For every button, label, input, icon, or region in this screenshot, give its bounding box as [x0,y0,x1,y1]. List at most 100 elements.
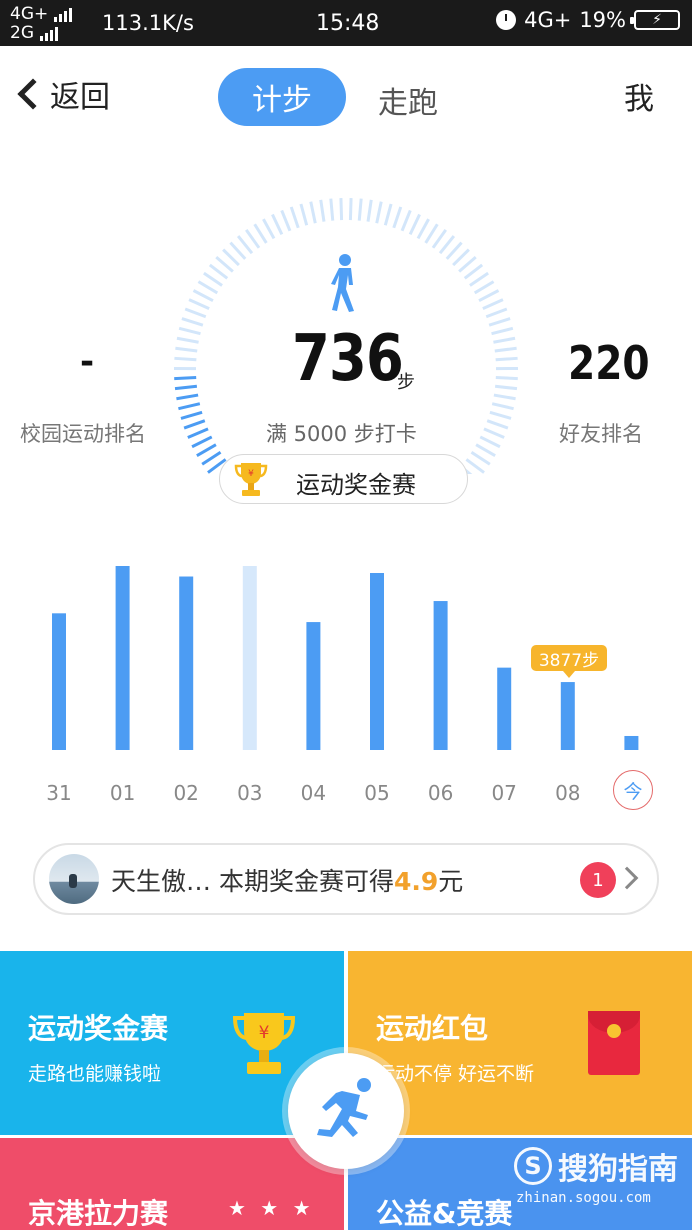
gauge-tick [289,206,300,229]
gauge-tick [339,198,344,221]
gauge-tick [178,402,201,411]
gauge-tick [392,206,403,229]
tab-step-count[interactable]: 计步 [218,68,346,126]
gauge-tick [229,241,247,260]
tab-walk-run[interactable]: 走跑 [378,78,438,122]
ranking-text: 天生傲… 本期奖金赛可得4.9元 [111,862,463,898]
gauge-tick [262,218,276,240]
network-indicator: 4G+ 2G [10,5,73,43]
gauge-tick [180,410,203,420]
gauge-tick [245,229,261,249]
chart-bar[interactable] [52,613,66,750]
gauge-tick [475,443,496,457]
gauge-tick [445,241,463,260]
x-axis-label[interactable]: 07 [484,781,524,805]
trophy-icon: ¥ [234,463,268,496]
gauge-tick [271,213,284,236]
friend-rank-label[interactable]: 好友排名 [559,418,643,448]
back-button[interactable]: 返回 [16,72,110,116]
chart-bar[interactable] [624,735,639,750]
gauge-tick [222,248,240,267]
x-axis-label[interactable]: 08 [548,781,588,805]
ranking-desc: 本期奖金赛可得 [218,867,394,896]
gauge-tick [280,209,292,232]
watermark: S 搜狗指南 zhinan.sogou.com [514,1144,678,1206]
gauge-tick [431,229,447,249]
notification-badge: 1 [580,862,616,898]
watermark-name: 搜狗指南 [558,1152,678,1187]
gauge-tick [236,235,254,255]
gauge-tick [494,384,518,391]
x-axis-label[interactable]: 04 [293,781,333,805]
contest-ranking-bar[interactable]: 天生傲… 本期奖金赛可得4.9元 1 [33,843,659,915]
chart-bar[interactable] [179,576,194,750]
today-label[interactable]: 今 [613,770,653,810]
chart-bar[interactable] [497,667,512,750]
chart-bar[interactable] [560,682,575,750]
gauge-tick [366,199,373,222]
gauge-tick [188,298,210,310]
signal-icon [54,7,73,22]
gauge-tick [357,198,363,221]
x-axis-label[interactable]: 06 [421,781,461,805]
x-axis-label[interactable]: 03 [230,781,270,805]
gauge-tick [174,375,197,381]
gauge-tick [486,419,509,430]
gauge-tick [489,410,512,420]
gauge-tick [174,384,198,391]
tile-rally[interactable]: 京港拉力赛 ★ ★ ★ [0,1138,344,1230]
chevron-right-icon [615,866,639,890]
gauge-tick [493,336,516,344]
tile-subtitle: 运动不停 好运不断 [376,1063,535,1085]
gauge-tick [438,235,456,255]
tile-title: 运动红包 [376,1012,489,1045]
gauge-tick [488,317,511,327]
gauge-tick [348,198,353,221]
goal-text: 满 5000 步打卡 [266,422,417,446]
campus-rank-label[interactable]: 校园运动排名 [20,418,146,448]
svg-text:¥: ¥ [259,1023,270,1043]
start-run-button[interactable] [288,1053,404,1169]
running-person-icon [317,1078,371,1137]
signal-icon [40,26,58,41]
watermark-url: zhinan.sogou.com [516,1190,651,1206]
gauge-tick [416,218,430,240]
contest-button[interactable]: ¥ 运动奖金赛 [219,454,468,504]
step-count: 736 [292,322,404,396]
gauge-tick [473,280,495,295]
me-button[interactable]: 我 [624,74,654,118]
red-envelope-icon [588,1011,640,1075]
chart-tooltip: 3877步 [531,645,607,678]
gauge-tick [174,356,197,362]
svg-text:¥: ¥ [248,469,254,479]
chart-bar[interactable] [370,573,384,750]
x-axis-label[interactable]: 05 [357,781,397,805]
gauge-tick [485,307,508,319]
x-axis-label[interactable]: 31 [39,781,79,805]
gauge-tick [176,336,199,344]
gauge-tick [375,201,383,224]
chart-bar[interactable] [306,622,321,750]
gauge-tick [478,289,500,302]
friend-rank-value: 220 [568,336,650,390]
sogou-logo-icon: S [514,1147,552,1185]
gauge-tick [463,263,484,280]
chart-bar[interactable] [433,601,448,750]
chart-bar[interactable] [242,566,257,750]
gauge-tick [458,255,477,273]
gauge-tick [187,427,209,439]
tile-title: 公益&竞赛 [376,1197,513,1230]
x-axis-label[interactable]: 01 [103,781,143,805]
user-name: 天生傲… [111,867,212,896]
gauge-tick [197,280,219,295]
network-type-right: 4G+ [524,8,572,32]
gauge-tick [493,393,516,401]
gauge-tick [452,248,470,267]
avatar [49,854,99,904]
gauge-tick [483,427,505,439]
gauge-tick [196,443,217,457]
chart-bar[interactable] [115,566,130,750]
x-axis-label[interactable]: 02 [166,781,206,805]
gauge-tick [309,201,317,224]
contest-label: 运动奖金赛 [296,471,416,499]
